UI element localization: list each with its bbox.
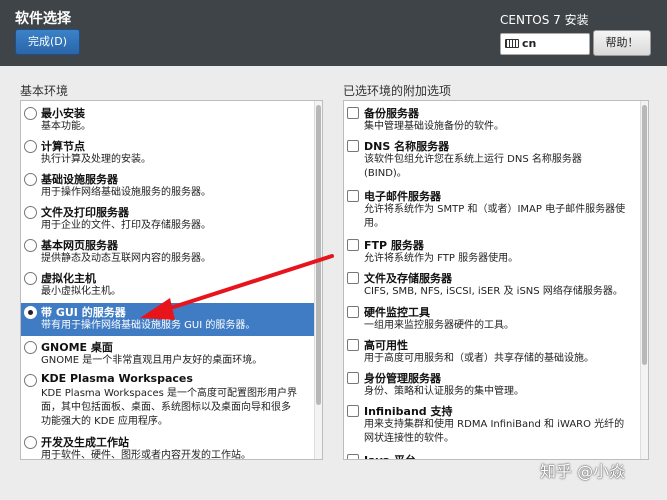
option-name: 高可用性 — [364, 339, 408, 352]
option-name: GNOME 桌面 — [41, 341, 113, 354]
radio-button[interactable] — [24, 206, 37, 219]
addon-option[interactable]: 高可用性 用于高度可用服务和（或者）共享存储的基础设施。 — [344, 336, 638, 369]
option-name: Infiniband 支持 — [364, 405, 453, 418]
environment-option[interactable]: 虚拟化主机 最小虚拟化主机。 — [21, 269, 315, 301]
checkbox[interactable] — [347, 372, 359, 384]
option-name: 带 GUI 的服务器 — [41, 306, 126, 319]
option-name: FTP 服务器 — [364, 239, 424, 252]
radio-button[interactable] — [24, 341, 37, 354]
option-description: 最小虚拟化主机。 — [41, 286, 121, 297]
radio-button[interactable] — [24, 173, 37, 186]
environment-option[interactable]: 文件及打印服务器 用于企业的文件、打印及存储服务器。 — [21, 203, 315, 235]
option-name: 基础设施服务器 — [41, 173, 118, 186]
option-name: 文件及打印服务器 — [41, 206, 129, 219]
addon-option[interactable]: DNS 名称服务器 该软件包组允许您在系统上运行 DNS 名称服务器 (BIND… — [344, 137, 638, 185]
addon-option[interactable]: 备份服务器 集中管理基础设施备份的软件。 — [344, 104, 638, 137]
scrollbar[interactable] — [640, 101, 648, 459]
checkbox[interactable] — [347, 405, 359, 417]
checkbox[interactable] — [347, 339, 359, 351]
environment-option[interactable]: 开发及生成工作站 用于软件、硬件、图形或者内容开发的工作站。 — [21, 433, 315, 460]
keyboard-layout-indicator[interactable]: cn — [500, 33, 590, 55]
option-description: 带有用于操作网络基础设施服务 GUI 的服务器。 — [41, 320, 256, 331]
option-description: 用于软件、硬件、图形或者内容开发的工作站。 — [41, 450, 251, 460]
option-description: 基本功能。 — [41, 121, 91, 132]
checkbox[interactable] — [347, 454, 359, 459]
option-name: Java 平台 — [364, 452, 416, 459]
environment-option[interactable]: 计算节点 执行计算及处理的安装。 — [21, 137, 315, 169]
environment-option[interactable]: GNOME 桌面 GNOME 是一个非常直观且用户友好的桌面环境。 — [21, 338, 315, 370]
checkbox[interactable] — [347, 272, 359, 284]
option-name: 文件及存储服务器 — [364, 272, 452, 285]
environment-option[interactable]: 最小安装 基本功能。 — [21, 104, 315, 136]
addon-option[interactable]: Infiniband 支持 用来支持集群和使用 RDMA InfiniBand … — [344, 402, 638, 450]
option-name: 虚拟化主机 — [41, 272, 96, 285]
addon-option[interactable]: 电子邮件服务器 允许将系统作为 SMTP 和（或者）IMAP 电子邮件服务器使 … — [344, 187, 638, 235]
watermark: 知乎 @小焱 — [540, 462, 626, 481]
option-description: 用于高度可用服务和（或者）共享存储的基础设施。 — [364, 353, 594, 364]
checkbox[interactable] — [347, 239, 359, 251]
checkbox[interactable] — [347, 306, 359, 318]
radio-button[interactable] — [24, 107, 37, 120]
scrollbar-thumb[interactable] — [642, 105, 647, 365]
addons-list: 备份服务器 集中管理基础设施备份的软件。 DNS 名称服务器 该软件包组允许您在… — [343, 100, 649, 460]
option-name: 电子邮件服务器 — [364, 190, 441, 203]
option-name: DNS 名称服务器 — [364, 140, 450, 153]
option-name: 硬件监控工具 — [364, 306, 430, 319]
radio-button[interactable] — [24, 374, 37, 387]
base-environment-title: 基本环境 — [20, 84, 69, 98]
radio-button[interactable] — [24, 436, 37, 449]
radio-button[interactable] — [24, 272, 37, 285]
environment-option-selected[interactable]: 带 GUI 的服务器 带有用于操作网络基础设施服务 GUI 的服务器。 — [21, 303, 315, 336]
checkbox[interactable] — [347, 107, 359, 119]
option-name: 开发及生成工作站 — [41, 436, 129, 449]
option-description: GNOME 是一个非常直观且用户友好的桌面环境。 — [41, 355, 263, 366]
scrollbar[interactable] — [314, 101, 322, 459]
done-button[interactable]: 完成(D) — [15, 29, 80, 55]
addons-title: 已选环境的附加选项 — [343, 84, 452, 98]
keyboard-layout-label: cn — [522, 37, 537, 50]
option-description: 用于操作网络基础设施服务的服务器。 — [41, 187, 211, 198]
option-description: 允许将系统作为 FTP 服务器使用。 — [364, 253, 519, 264]
radio-button[interactable] — [24, 140, 37, 153]
product-title: CENTOS 7 安装 — [500, 13, 589, 27]
addon-option[interactable]: 文件及存储服务器 CIFS, SMB, NFS, iSCSI, iSER 及 i… — [344, 269, 638, 302]
option-description: 身份、策略和认证服务的集中管理。 — [364, 386, 524, 397]
option-name: 备份服务器 — [364, 107, 419, 120]
scrollbar-thumb[interactable] — [316, 105, 321, 405]
addon-option[interactable]: 硬件监控工具 一组用来监控服务器硬件的工具。 — [344, 303, 638, 336]
checkbox[interactable] — [347, 140, 359, 152]
option-description: CIFS, SMB, NFS, iSCSI, iSER 及 iSNS 网络存储服… — [364, 286, 623, 297]
radio-button[interactable] — [24, 239, 37, 252]
radio-button-selected[interactable] — [24, 306, 37, 319]
option-description: 集中管理基础设施备份的软件。 — [364, 121, 504, 132]
environment-option[interactable]: 基本网页服务器 提供静态及动态互联网内容的服务器。 — [21, 236, 315, 268]
option-name: KDE Plasma Workspaces — [41, 372, 193, 385]
option-description: 用于企业的文件、打印及存储服务器。 — [41, 220, 211, 231]
option-description: 该软件包组允许您在系统上运行 DNS 名称服务器 (BIND)。 — [364, 154, 582, 179]
option-description: 执行计算及处理的安装。 — [41, 154, 151, 165]
header-bar: 软件选择 完成(D) CENTOS 7 安装 cn 帮助！ — [0, 0, 667, 66]
option-description: 一组用来监控服务器硬件的工具。 — [364, 320, 514, 331]
environment-option[interactable]: 基础设施服务器 用于操作网络基础设施服务的服务器。 — [21, 170, 315, 202]
option-name: 基本网页服务器 — [41, 239, 118, 252]
option-description: 提供静态及动态互联网内容的服务器。 — [41, 253, 211, 264]
page-title: 软件选择 — [15, 11, 71, 27]
help-button[interactable]: 帮助！ — [593, 30, 651, 56]
option-name: 最小安装 — [41, 107, 85, 120]
option-name: 身份管理服务器 — [364, 372, 441, 385]
option-description: 用来支持集群和使用 RDMA InfiniBand 和 iWARO 光纤的 网状… — [364, 419, 625, 444]
option-description: 允许将系统作为 SMTP 和（或者）IMAP 电子邮件服务器使 用。 — [364, 204, 626, 229]
option-description: KDE Plasma Workspaces 是一个高度可配置图形用户界 面，其中… — [41, 388, 297, 427]
keyboard-icon — [505, 38, 519, 48]
option-name: 计算节点 — [41, 140, 85, 153]
addon-option[interactable]: FTP 服务器 允许将系统作为 FTP 服务器使用。 — [344, 236, 638, 269]
checkbox[interactable] — [347, 190, 359, 202]
base-environment-list: 最小安装 基本功能。 计算节点 执行计算及处理的安装。 基础设施服务器 用于操作… — [20, 100, 323, 460]
addon-option[interactable]: 身份管理服务器 身份、策略和认证服务的集中管理。 — [344, 369, 638, 402]
environment-option[interactable]: KDE Plasma Workspaces KDE Plasma Workspa… — [21, 371, 315, 431]
